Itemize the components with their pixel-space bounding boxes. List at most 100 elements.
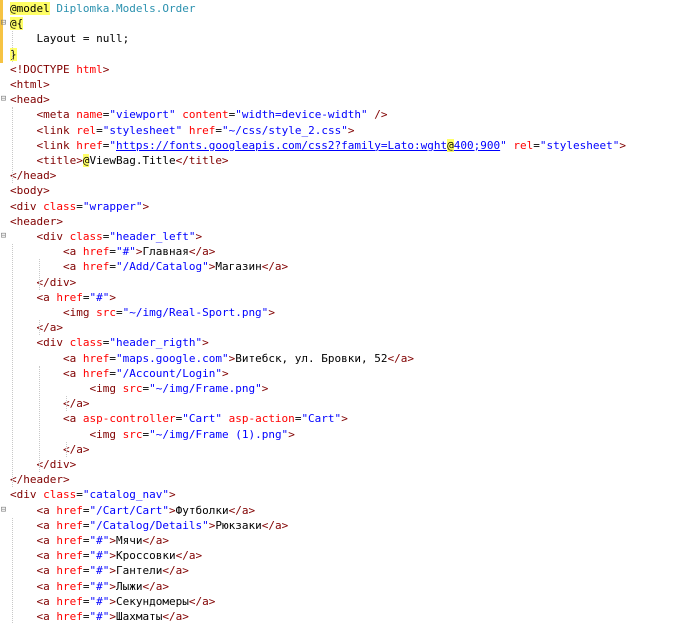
code-line[interactable]: <a href="#">Главная</a> — [0, 244, 679, 259]
code-text: } — [10, 47, 17, 62]
code-line[interactable]: <link rel="stylesheet" href="~/css/style… — [0, 123, 679, 138]
code-line[interactable]: <a asp-controller="Cart" asp-action="Car… — [0, 411, 679, 426]
code-line[interactable]: </a> — [0, 442, 679, 457]
code-token: src — [122, 427, 143, 441]
code-line[interactable]: <!DOCTYPE html> — [0, 62, 679, 77]
code-editor[interactable]: @model Diplomka.Models.Order @{ Layout = … — [0, 0, 679, 623]
code-line[interactable]: </a> — [0, 320, 679, 335]
code-line[interactable]: <a href="#">Мячи</a> — [0, 533, 679, 548]
code-line[interactable]: @{ — [0, 16, 679, 31]
code-token: "header_left" — [109, 230, 196, 243]
code-token: ViewBag.Title — [89, 154, 176, 167]
code-text: </div> — [10, 275, 77, 290]
indent-guide — [66, 441, 67, 457]
code-token: Гантели — [116, 564, 163, 578]
code-line[interactable]: <a href="#">Лыжи</a> — [0, 579, 679, 594]
code-token: rel — [513, 138, 534, 152]
collapse-icon[interactable]: ⊟ — [0, 16, 7, 31]
code-line[interactable]: <img src="~/img/Real-Sport.png"> — [0, 305, 679, 320]
code-line[interactable]: <a href="#">Шахматы</a> — [0, 609, 679, 623]
code-line[interactable]: </a> — [0, 396, 679, 411]
code-text: <head> — [10, 92, 50, 107]
code-line[interactable]: </div> — [0, 457, 679, 472]
code-line[interactable]: Layout = null; — [0, 31, 679, 46]
code-token: > — [102, 62, 110, 76]
code-token: = — [82, 564, 90, 578]
code-token: Кроссовки — [116, 549, 176, 563]
indent-guide — [12, 107, 13, 184]
collapse-icon[interactable]: ⊟ — [0, 92, 7, 107]
code-line[interactable]: @model Diplomka.Models.Order — [0, 1, 679, 16]
code-line[interactable]: <meta name="viewport" content="width=dev… — [0, 107, 679, 122]
code-line[interactable]: </header> — [0, 472, 679, 487]
code-token: "/Account/Login" — [115, 366, 222, 380]
code-token: Магазин — [215, 260, 262, 274]
code-text: <a href="/Add/Catalog">Магазин</a> — [10, 259, 288, 274]
code-line[interactable]: <title>@ViewBag.Title</title> — [0, 153, 679, 168]
code-text: <a href="#">Секундомеры</a> — [10, 594, 216, 609]
code-token: > — [109, 610, 116, 623]
code-token: asp-action — [228, 412, 295, 426]
code-line[interactable]: <div class="catalog_nav"> — [0, 487, 679, 502]
collapse-icon[interactable]: ⊟ — [0, 229, 7, 244]
code-token: Футболки — [175, 503, 229, 517]
code-token: href — [188, 123, 216, 137]
code-token: Мячи — [116, 534, 143, 547]
code-token: > — [168, 488, 176, 502]
code-line[interactable]: <a href="/Catalog/Details">Рюкзаки</a> — [0, 518, 679, 533]
code-text: <body> — [10, 183, 50, 198]
code-line[interactable]: </div> — [0, 275, 679, 290]
code-line[interactable]: <a href="/Cart/Cart">Футболки</a> — [0, 503, 679, 518]
code-line[interactable]: <a href="#">Секундомеры</a> — [0, 594, 679, 609]
code-token: </a> — [162, 610, 189, 623]
code-line[interactable]: <a href="/Account/Login"> — [0, 366, 679, 381]
code-line[interactable]: } — [0, 47, 679, 62]
code-token: https://fonts.googleapis.com/css2?family… — [116, 138, 448, 152]
code-token: href — [76, 138, 103, 152]
code-text: <a href="/Catalog/Details">Рюкзаки</a> — [10, 518, 289, 533]
code-line[interactable]: <div class="header_left"> — [0, 229, 679, 244]
code-token: "#" — [89, 610, 110, 623]
code-token: = — [82, 503, 90, 517]
code-text: @{ — [10, 16, 24, 31]
indent-guide — [39, 365, 40, 473]
code-text: <a asp-controller="Cart" asp-action="Car… — [10, 411, 348, 426]
code-token: DOCTYPE — [23, 62, 70, 76]
code-token: <a — [62, 366, 77, 380]
collapse-icon[interactable]: ⊟ — [0, 503, 7, 518]
code-line[interactable]: <div class="wrapper"> — [0, 199, 679, 214]
code-token: = — [82, 579, 90, 593]
code-token: href — [82, 260, 110, 274]
code-line[interactable]: <header> — [0, 214, 679, 229]
code-line[interactable]: <head> — [0, 92, 679, 107]
code-line[interactable]: <a href="#"> — [0, 290, 679, 305]
code-text: <a href="#">Главная</a> — [10, 244, 215, 259]
code-token: html — [76, 62, 103, 76]
code-token: = — [115, 306, 123, 319]
code-token: "catalog_nav" — [82, 488, 169, 502]
code-line[interactable]: <img src="~/img/Frame.png"> — [0, 381, 679, 396]
code-line[interactable]: <a href="/Add/Catalog">Магазин</a> — [0, 259, 679, 274]
code-text: <title>@ViewBag.Title</title> — [10, 153, 229, 168]
code-line[interactable]: <a href="#">Гантели</a> — [0, 563, 679, 578]
code-token: > — [109, 549, 116, 563]
code-line[interactable]: <div class="header_rigth"> — [0, 335, 679, 350]
code-line[interactable]: <html> — [0, 77, 679, 92]
code-token: " — [109, 138, 116, 152]
code-line[interactable]: <body> — [0, 183, 679, 198]
code-token: <a — [36, 594, 50, 608]
code-line[interactable]: <a href="maps.google.com">Витебск, ул. Б… — [0, 351, 679, 366]
code-token: @ — [10, 2, 17, 15]
code-line[interactable]: <img src="~/img/Frame (1).png"> — [0, 427, 679, 442]
code-line[interactable]: </head> — [0, 168, 679, 183]
code-line[interactable]: <a href="#">Кроссовки</a> — [0, 548, 679, 563]
code-token: </a> — [188, 594, 216, 608]
code-token: "#" — [89, 594, 110, 608]
code-line[interactable]: <link href="https://fonts.googleapis.com… — [0, 138, 679, 153]
